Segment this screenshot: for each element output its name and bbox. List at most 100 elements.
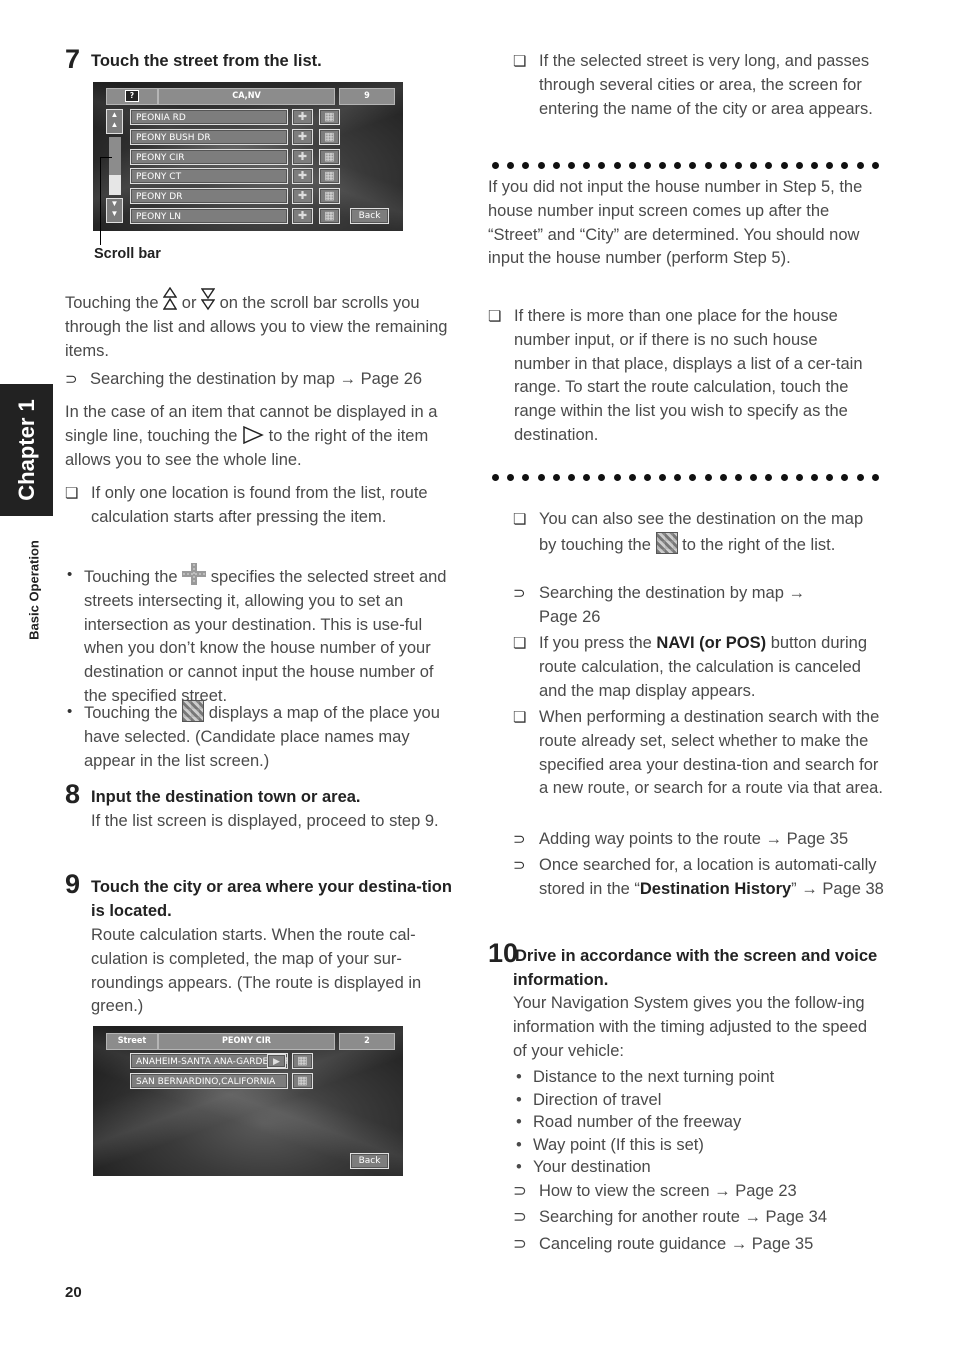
divider-dot [856,474,864,481]
divider-dot [522,162,530,169]
reference-item: ⊃ Adding way points to the route → Page … [513,828,883,852]
expand-arrow-icon [243,425,264,444]
note-marker: ❏ [488,308,502,325]
map-button[interactable]: ▦ [319,109,340,125]
map-button[interactable]: ▦ [292,1073,313,1089]
scroll-instructions: Touching the or on the scroll bar scroll… [65,287,457,363]
scroll-up-button[interactable]: ▲ ▲ [106,109,123,134]
step-10-body: Your Navigation System gives you the fol… [513,994,868,1060]
list-item[interactable]: PEONY BUSH DR [130,129,288,145]
divider-dot [567,162,575,169]
scroll-down-button[interactable]: ▼ ▼ [106,198,123,223]
divider-dot [537,474,545,481]
divider-dot [674,474,682,481]
reference-text[interactable]: Searching for another route → Page 34 [539,1206,827,1230]
screen-header-icon-box[interactable]: ? [106,88,158,105]
divider-dot [780,474,788,481]
intersection-button[interactable]: ✚ [292,168,313,184]
intersection-icon [182,563,207,585]
map-icon: ▦ [324,210,335,222]
screen-header-left: Street [106,1033,158,1050]
step-9-body: Route calculation starts. When the route… [91,926,422,1016]
city-list-screen: Street PEONY CIR 2 ANAHEIM-SANTA ANA-GAR… [93,1026,403,1176]
list-item[interactable]: PEONY CIR [130,149,288,165]
map-button[interactable]: ▦ [319,208,340,224]
long-item-instructions: In the case of an item that cannot be di… [65,401,457,472]
reference-item: ⊃ Searching the destination by map → Pag… [513,582,883,630]
bullet-marker: • [516,1068,522,1086]
section-label: Basic Operation [24,525,44,655]
divider-dot [810,474,818,481]
intersection-button[interactable]: ✚ [292,109,313,125]
divider-dot [871,474,879,481]
map-button[interactable]: ▦ [319,129,340,145]
bullet-marker: • [516,1158,522,1177]
bullet-text: Way point (If this is set) [533,1135,704,1154]
intersection-icon: ✚ [297,151,308,163]
back-button[interactable]: Back [350,1153,389,1169]
bullet-item: • Touching the displays a map of the pla… [65,700,457,772]
bullet-marker: • [516,1135,522,1154]
intersection-button[interactable]: ✚ [292,149,313,165]
divider-dot [826,162,834,169]
map-icon: ▦ [297,1075,308,1087]
scroll-bar-callout: Scroll bar [94,246,161,262]
divider-dot [643,474,651,481]
scrollbar-track[interactable] [109,175,121,195]
intersection-button[interactable]: ✚ [292,208,313,224]
map-icon: ▦ [297,1055,308,1067]
divider-dot [856,162,864,169]
divider-dot [719,474,727,481]
step-10-title: Drive in accordance with the screen and … [513,947,878,989]
street-list-screen: ? CA,NV 9 ▲ ▲ ▼ ▼ PEONIA RD PEONY BUSH DR … [93,82,403,231]
reference-text[interactable]: Searching the destination by map → Page … [539,582,839,630]
scrollbar-thumb[interactable] [109,137,121,175]
note-marker: ❏ [513,635,527,652]
map-button[interactable]: ▦ [292,1053,313,1069]
question-flag-icon: ? [125,90,139,102]
divider-dot [507,474,515,481]
reference-marker: ⊃ [513,1182,527,1200]
reference-item: ⊃ Searching for another route → Page 34 [513,1206,883,1232]
text[interactable]: ” → Page 38 [791,880,884,898]
intersection-icon: ✚ [297,210,308,222]
divider-dot [780,162,788,169]
reference-marker: ⊃ [65,371,78,388]
divider-dot [492,474,499,481]
reference-text[interactable]: Adding way points to the route → Page 35 [539,828,883,852]
intersection-button[interactable]: ✚ [292,129,313,145]
back-button[interactable]: Back [350,208,389,224]
list-item[interactable]: ANAHEIM-SANTA ANA-GARDEN GR [130,1053,288,1069]
reference-text[interactable]: How to view the screen → Page 23 [539,1180,797,1204]
divider-dot [871,162,879,169]
divider-dot [719,162,727,169]
reference-marker: ⊃ [513,1208,527,1227]
map-button[interactable]: ▦ [319,188,340,204]
list-item[interactable]: PEONY LN [130,208,288,224]
map-button[interactable]: ▦ [319,149,340,165]
intersection-icon: ✚ [297,131,308,143]
reference-text[interactable]: Searching the destination by map → Page … [90,368,460,392]
list-item[interactable]: PEONY CT [130,168,288,184]
list-item[interactable]: PEONIA RD [130,109,288,125]
expand-button[interactable]: ▶ [267,1054,286,1068]
text: or [181,294,197,312]
list-item[interactable]: PEONY DR [130,188,288,204]
page-number: 20 [65,1284,82,1301]
map-button[interactable]: ▦ [319,168,340,184]
list-item[interactable]: SAN BERNARDINO,CALIFORNIA [130,1073,288,1089]
reference-text[interactable]: Canceling route guidance → Page 35 [539,1233,813,1257]
intersection-button[interactable]: ✚ [292,188,313,204]
bullet-item: • Direction of travel [513,1089,883,1112]
divider-dot [659,162,667,169]
map-icon: ▦ [324,131,335,143]
bullet-marker: • [516,1090,522,1109]
divider-dot [507,162,515,169]
divider-dot [628,162,636,169]
step-8-title: Input the destination town or area. [91,788,361,806]
reference-marker: ⊃ [513,857,526,874]
divider-dot [522,474,530,481]
divider-dot [750,474,758,481]
note-item: ❏ If the selected street is very long, a… [513,50,883,146]
map-icon: ▦ [324,151,335,163]
